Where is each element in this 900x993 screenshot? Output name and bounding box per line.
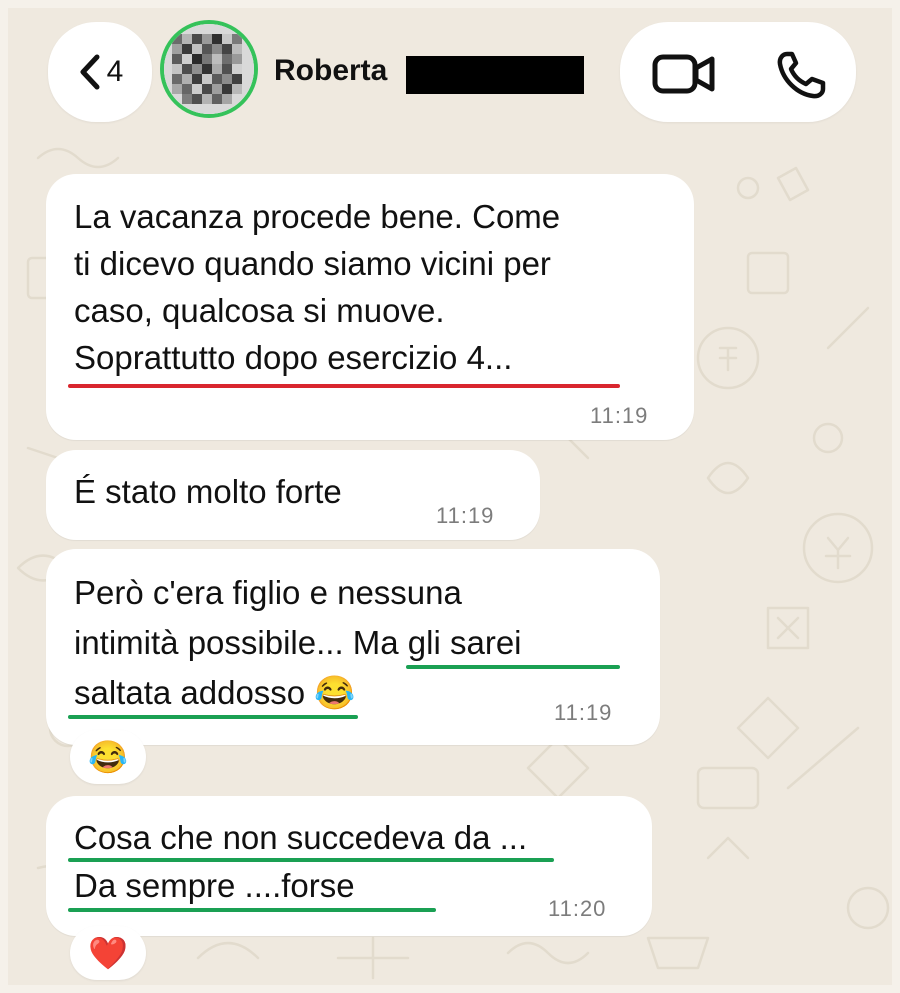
message-line: Però c'era figlio e nessuna: [74, 574, 462, 611]
message-time: 11:19: [436, 503, 495, 528]
reaction-badge[interactable]: ❤️: [70, 926, 146, 980]
chevron-left-icon: [80, 54, 100, 90]
message-time: 11:19: [554, 700, 613, 725]
message-bubble[interactable]: É stato molto forte 11:19: [46, 450, 540, 540]
phone-icon[interactable]: [775, 50, 829, 100]
pixelated-avatar-image: [164, 24, 254, 114]
message-bubble[interactable]: Cosa che non succedeva da ... Da sempre …: [46, 796, 652, 936]
chat-window: 4 Roberta La vacanza procede bene. Come …: [8, 8, 892, 985]
video-camera-icon[interactable]: [652, 54, 716, 94]
green-underline-annotation: [68, 908, 436, 912]
reaction-badge[interactable]: 😂: [70, 730, 146, 784]
message-line: caso, qualcosa si muove.: [74, 292, 445, 329]
message-line: É stato molto forte: [74, 473, 342, 510]
message-line: Soprattutto dopo esercizio 4...: [74, 339, 513, 376]
avatar[interactable]: [160, 20, 258, 118]
green-underline-annotation: [68, 858, 554, 862]
message-line: La vacanza procede bene. Come: [74, 198, 561, 235]
message-line: intimità possibile... Ma gli sarei: [74, 624, 522, 661]
green-underline-annotation: [68, 715, 358, 719]
back-button[interactable]: 4: [48, 22, 152, 122]
message-line: Cosa che non succedeva da ...: [74, 819, 528, 856]
green-underline-annotation: [406, 665, 620, 669]
message-time: 11:19: [590, 403, 649, 428]
red-underline-annotation: [68, 384, 620, 388]
redaction-bar: [406, 56, 584, 94]
message-line: Da sempre ....forse: [74, 867, 355, 904]
contact-name[interactable]: Roberta: [274, 54, 387, 88]
message-bubble[interactable]: La vacanza procede bene. Come ti dicevo …: [46, 174, 694, 440]
unread-count: 4: [106, 55, 124, 88]
message-bubble[interactable]: Però c'era figlio e nessuna intimità pos…: [46, 549, 660, 745]
message-line: ti dicevo quando siamo vicini per: [74, 245, 551, 282]
call-actions: [620, 22, 856, 122]
message-time: 11:20: [548, 896, 607, 921]
message-line: saltata addosso 😂: [74, 674, 356, 711]
